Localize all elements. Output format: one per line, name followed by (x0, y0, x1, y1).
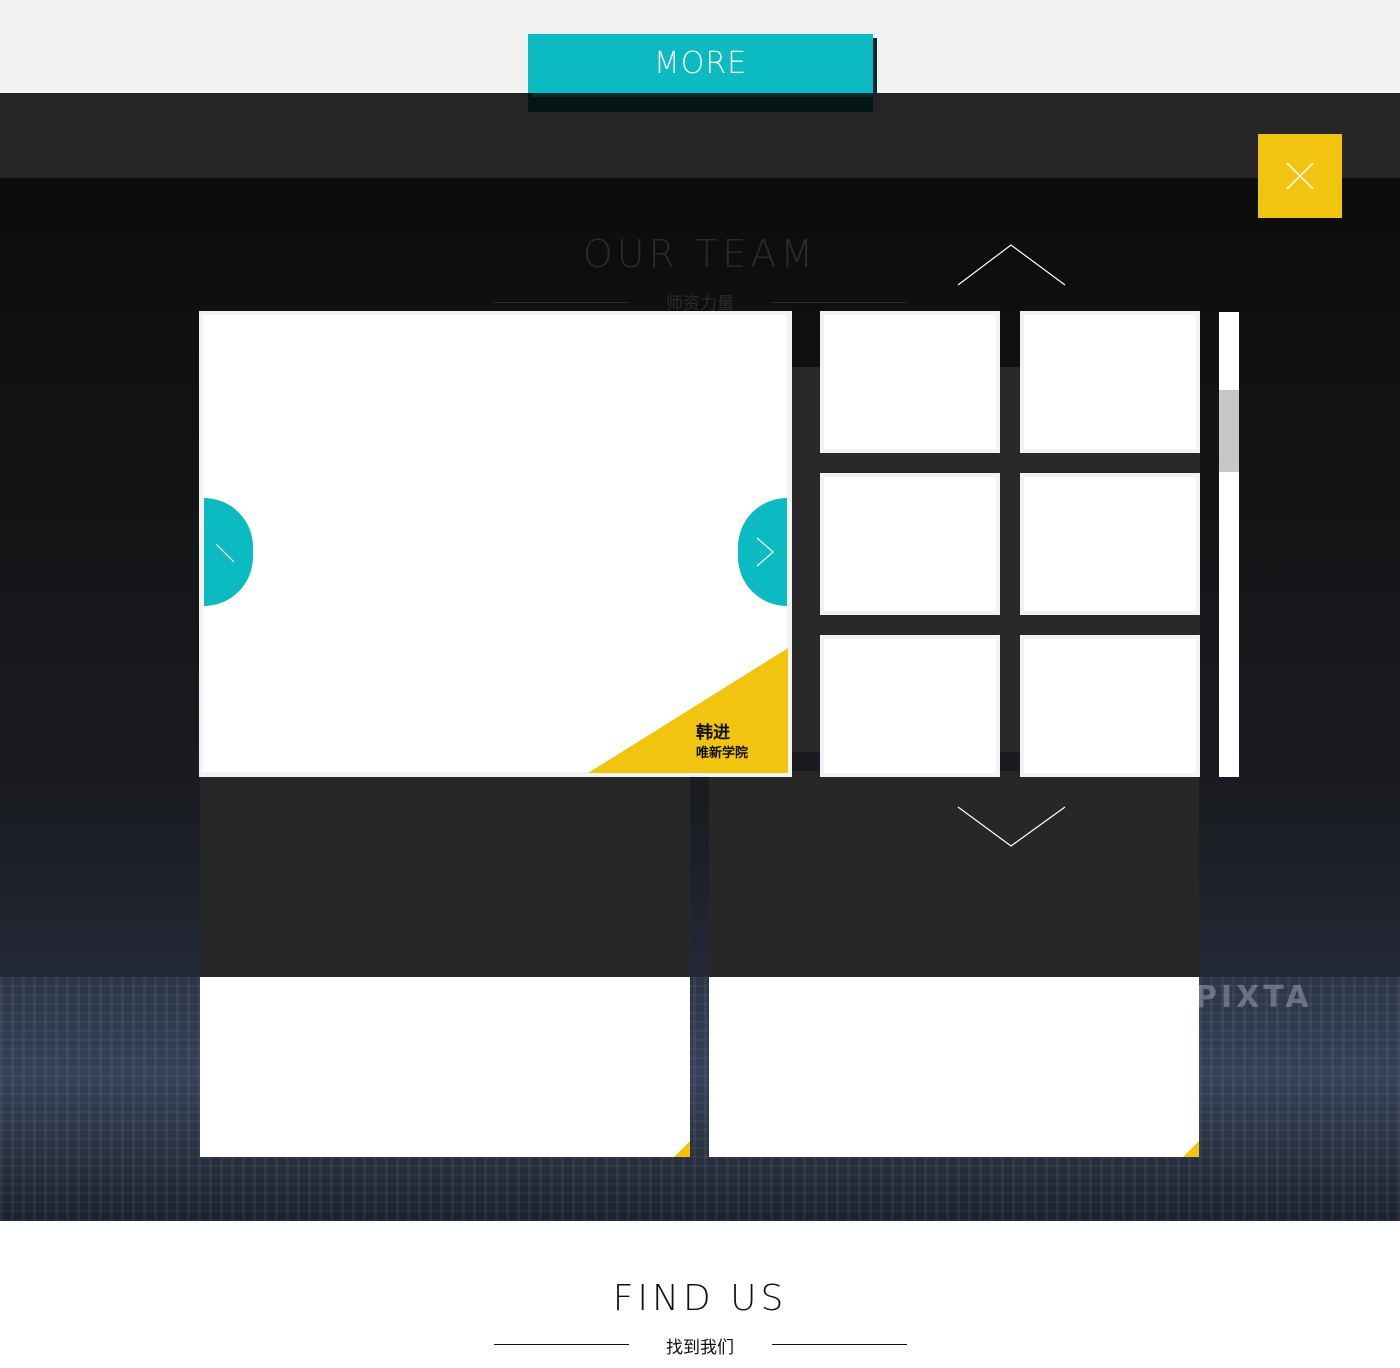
teacher-name: 韩进 (696, 723, 730, 743)
thumbnail[interactable] (1020, 311, 1200, 453)
chevron-up-icon[interactable] (956, 243, 1068, 287)
scrollbar-thumb[interactable] (1219, 390, 1239, 472)
section-title: OUR TEAM (582, 232, 818, 276)
card-corner-accent (1183, 1141, 1199, 1157)
card-corner-accent (674, 1141, 690, 1157)
team-card-left-header (200, 777, 690, 977)
title-divider-right (771, 302, 907, 303)
team-card-left[interactable] (200, 977, 690, 1157)
thumbnail[interactable] (820, 635, 1000, 777)
header-band (0, 93, 1400, 178)
thumbnail[interactable] (820, 311, 1000, 453)
close-button[interactable] (1258, 134, 1342, 218)
find-us-subtitle: 找到我们 (666, 1338, 734, 1358)
chevron-left-icon (215, 543, 235, 563)
team-card-right[interactable] (709, 977, 1199, 1157)
more-button[interactable]: MORE (528, 34, 873, 93)
name-tag-background (588, 648, 788, 773)
thumbnail[interactable] (1020, 473, 1200, 615)
find-us-title: FIND US (612, 1278, 788, 1319)
scrollbar-track[interactable] (1219, 312, 1239, 777)
thumbnail[interactable] (820, 473, 1000, 615)
thumbnail[interactable] (1020, 635, 1200, 777)
chevron-down-icon[interactable] (956, 805, 1068, 849)
team-card-right-header (709, 771, 1199, 977)
teacher-organization: 唯新学院 (696, 746, 749, 761)
find-divider-right (772, 1344, 907, 1345)
chevron-right-icon (756, 537, 774, 567)
watermark: PIXTA (1195, 980, 1313, 1015)
close-icon (1286, 162, 1314, 190)
